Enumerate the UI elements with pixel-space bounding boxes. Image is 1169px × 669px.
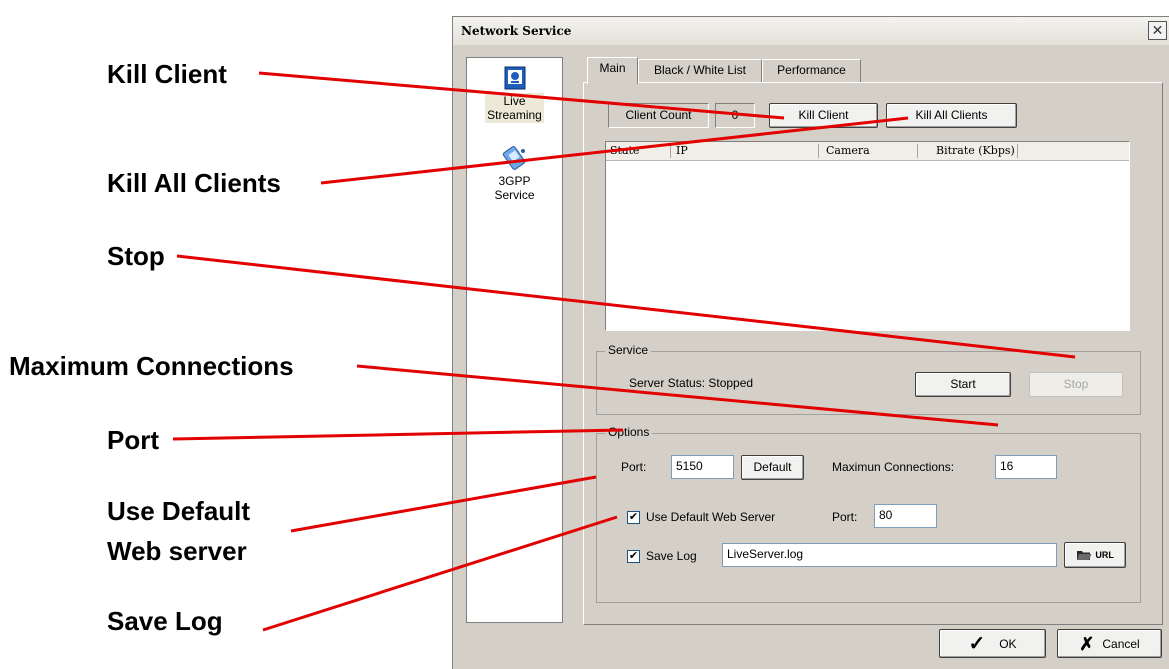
column-bitrate[interactable]: Bitrate (Kbps) (936, 144, 1015, 157)
close-icon: ✕ (1151, 22, 1164, 38)
callout-maximum-connections: Maximum Connections (9, 351, 294, 381)
live-streaming-icon (504, 66, 525, 90)
window-title: Network Service (461, 24, 572, 38)
stop-button[interactable]: Stop (1029, 372, 1123, 397)
network-service-dialog: Network Service ✕ Live Streaming 3GPP Serv… (452, 16, 1169, 669)
options-group: Options Port: 5150 Default Maximun Conne… (596, 425, 1141, 603)
use-default-web-server-label: Use Default Web Server (646, 510, 776, 524)
save-log-checkbox[interactable]: ✔ (627, 550, 640, 563)
web-port-label: Port: (832, 510, 858, 524)
tab-performance[interactable]: Performance (762, 59, 861, 82)
web-port-input[interactable]: 80 (874, 504, 937, 528)
callout-use-default-line2: Web server (107, 536, 247, 566)
callout-save-log: Save Log (107, 606, 223, 636)
service-group-title: Service (605, 343, 652, 357)
kill-all-clients-button[interactable]: Kill All Clients (886, 103, 1017, 128)
url-button-label: URL (1095, 549, 1114, 560)
service-nav-pane: Live Streaming 3GPP Service (466, 57, 563, 623)
cancel-x-icon: ✗ (1079, 633, 1095, 654)
client-count-value: 0 (715, 103, 755, 128)
port-label: Port: (621, 460, 647, 474)
max-connections-input[interactable]: 16 (995, 455, 1057, 479)
tab-main[interactable]: Main (587, 57, 638, 84)
client-list[interactable]: State IP Camera Bitrate (Kbps) (605, 141, 1130, 331)
callout-kill-client: Kill Client (107, 59, 227, 89)
ok-button[interactable]: ✓ OK (939, 629, 1046, 658)
start-button[interactable]: Start (915, 372, 1011, 397)
callout-kill-all-clients: Kill All Clients (107, 168, 281, 198)
callout-use-default-line1: Use Default (107, 496, 251, 526)
checkmark-icon: ✔ (628, 550, 639, 562)
service-group: Service Server Status: Stopped Start Sto… (596, 343, 1141, 415)
default-port-button[interactable]: Default (741, 455, 804, 480)
callout-port: Port (107, 425, 159, 455)
nav-3gpp-label-2: Service (494, 188, 535, 202)
title-bar[interactable]: Network Service ✕ (453, 17, 1169, 45)
nav-live-label-1: Live (503, 94, 526, 108)
server-status-text: Server Status: Stopped (629, 376, 754, 390)
nav-item-3gpp-service[interactable]: 3GPP Service (467, 144, 562, 203)
kill-client-button[interactable]: Kill Client (769, 103, 878, 128)
checkmark-icon: ✓ (968, 632, 986, 655)
column-divider[interactable] (818, 144, 819, 158)
column-ip[interactable]: IP (676, 144, 688, 157)
options-group-title: Options (605, 425, 653, 439)
port-input[interactable]: 5150 (671, 455, 734, 479)
client-count-label: Client Count (608, 103, 709, 128)
client-list-header: State IP Camera Bitrate (Kbps) (606, 142, 1129, 161)
callout-stop: Stop (107, 241, 165, 271)
column-divider[interactable] (670, 144, 671, 158)
use-default-web-server-checkbox[interactable]: ✔ (627, 511, 640, 524)
url-button[interactable]: URL (1064, 542, 1126, 568)
log-file-input[interactable]: LiveServer.log (722, 543, 1057, 567)
open-folder-icon (1077, 551, 1092, 561)
cancel-button[interactable]: ✗ Cancel (1057, 629, 1162, 658)
max-connections-label: Maximun Connections: (832, 460, 955, 474)
column-state[interactable]: State (610, 144, 639, 157)
column-divider[interactable] (1017, 144, 1018, 158)
nav-3gpp-label-1: 3GPP (498, 174, 531, 188)
ok-button-label: OK (999, 636, 1017, 651)
checkmark-icon: ✔ (628, 511, 639, 523)
nav-live-label-2: Streaming (487, 108, 542, 122)
nav-item-live-streaming[interactable]: Live Streaming (467, 66, 562, 123)
3gpp-service-icon (502, 146, 525, 170)
column-camera[interactable]: Camera (826, 144, 870, 157)
cancel-button-label: Cancel (1102, 636, 1140, 651)
column-divider[interactable] (917, 144, 918, 158)
save-log-label: Save Log (646, 549, 697, 563)
tab-black-white-list[interactable]: Black / White List (638, 59, 762, 82)
close-button[interactable]: ✕ (1148, 21, 1167, 40)
